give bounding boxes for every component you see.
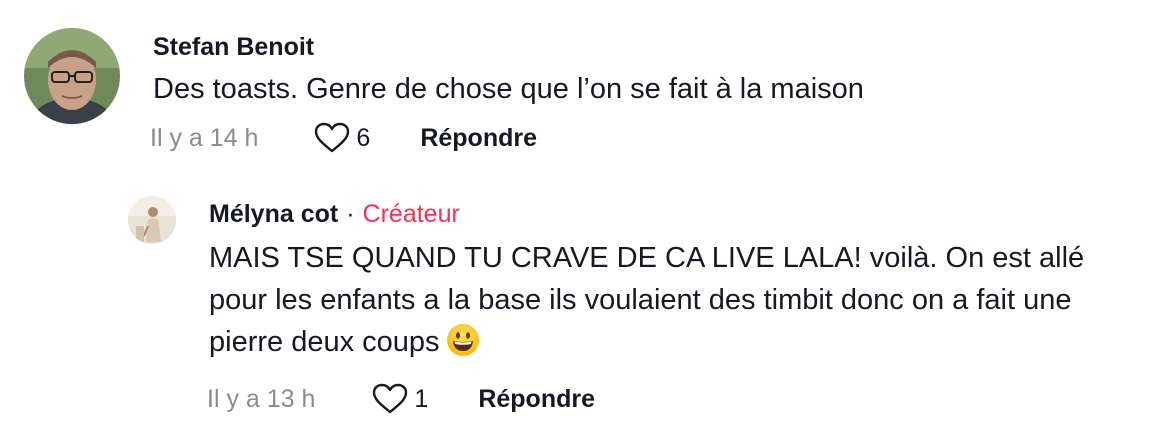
comment-time: Il y a 14 h — [150, 123, 259, 152]
like-count: 6 — [356, 123, 371, 152]
comment-author[interactable]: Stefan Benoit — [153, 33, 314, 62]
reply-author[interactable]: Mélyna cot — [209, 200, 338, 229]
comment-stefan: Stefan Benoit Des toasts. Genre de chose… — [24, 28, 864, 154]
grinning-face-emoji-icon — [446, 323, 480, 369]
reply-time: Il y a 13 h — [207, 384, 316, 413]
avatar-melyna[interactable] — [128, 196, 176, 244]
reply-melyna: Mélyna cot · Créateur MAIS TSE QUAND TU … — [128, 196, 1149, 415]
like-count: 1 — [414, 384, 429, 413]
user-photo-icon — [24, 28, 120, 124]
name-separator: · — [346, 200, 355, 228]
reply-text: MAIS TSE QUAND TU CRAVE DE CA LIVE LALA!… — [209, 242, 1085, 358]
like-button[interactable]: 6 — [314, 122, 370, 154]
reply-button[interactable]: Répondre — [478, 385, 595, 414]
heart-outline-icon — [373, 383, 408, 414]
user-photo-icon — [128, 196, 176, 244]
comment-text: Des toasts. Genre de chose que l’on se f… — [153, 73, 864, 105]
heart-outline-icon — [315, 122, 350, 153]
avatar-stefan[interactable] — [24, 28, 120, 124]
like-button[interactable]: 1 — [372, 383, 428, 415]
reply-text-container: MAIS TSE QUAND TU CRAVE DE CA LIVE LALA!… — [209, 237, 1149, 369]
creator-badge: Créateur — [362, 200, 460, 228]
reply-button[interactable]: Répondre — [420, 124, 537, 153]
